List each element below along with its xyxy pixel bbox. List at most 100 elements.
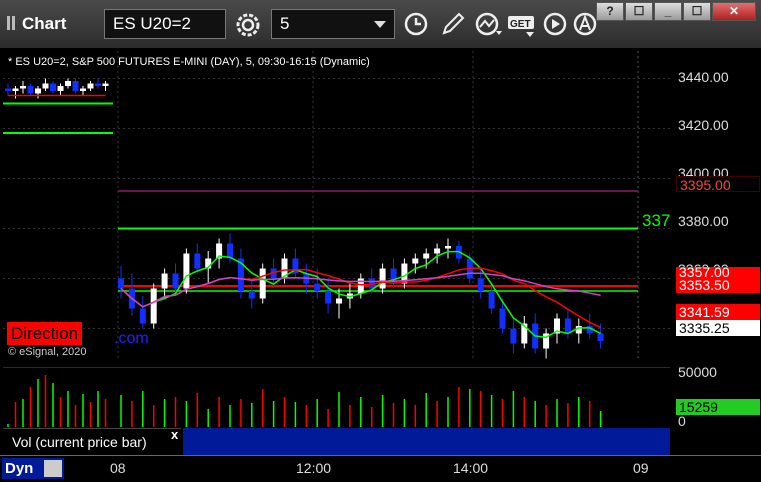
volume-axis: 50000 0 15259 <box>671 364 761 429</box>
candle-body <box>87 83 94 89</box>
candle-body <box>139 308 146 324</box>
volume-chart[interactable] <box>3 367 670 427</box>
candle-body <box>65 81 71 86</box>
candle-body <box>12 88 19 91</box>
candlesticks <box>5 78 604 359</box>
copyright: © eSignal, 2020 <box>8 346 87 358</box>
chart-header: * ES U20=2, S&P 500 FUTURES E-MINI (DAY)… <box>8 56 370 68</box>
lock-icon <box>44 460 62 477</box>
candle-body <box>488 291 495 309</box>
clock-button[interactable] <box>403 11 429 37</box>
volume-axis-label: 0 <box>678 413 686 429</box>
close-study-icon[interactable]: x <box>171 427 178 442</box>
candle-body <box>227 243 233 259</box>
candle-body <box>510 328 517 344</box>
moving-averages <box>8 94 601 339</box>
price-axis[interactable]: 3440.00 3420.00 3400.00 3380.00 3360.00 … <box>671 51 761 361</box>
minimize-button[interactable]: _ <box>654 2 682 21</box>
candle-body <box>597 333 604 341</box>
settings-gear-button[interactable] <box>234 11 260 37</box>
candle-body <box>259 268 266 299</box>
time-axis[interactable]: Dyn 08 12:00 14:00 09 <box>0 455 761 482</box>
time-label: 14:00 <box>453 460 489 476</box>
alert-button[interactable] <box>572 11 598 37</box>
price-gridlines <box>3 51 670 361</box>
last-price-tag: 3335.25 <box>676 320 760 336</box>
candle-body <box>95 83 101 86</box>
candle-body <box>445 246 451 249</box>
drag-handle-icon[interactable] <box>6 16 18 30</box>
app-title: Chart <box>22 14 67 33</box>
price-label: 3420.00 <box>678 117 729 133</box>
candle-body <box>102 83 109 86</box>
volume-study-name: Vol (current price bar) <box>12 434 147 450</box>
price-chart[interactable] <box>3 51 670 361</box>
interval-select[interactable]: 5 <box>271 9 395 39</box>
time-label: 09 <box>633 460 649 476</box>
pencil-icon <box>442 12 465 35</box>
price-label: 3440.00 <box>678 69 729 85</box>
candle-body <box>564 318 571 334</box>
candle-body <box>57 86 64 91</box>
symbol-value: ES U20=2 <box>113 14 191 33</box>
candle-body <box>434 248 441 254</box>
volume-last-tag: 15259 <box>676 399 760 415</box>
level-lines <box>3 102 638 292</box>
clock-icon <box>404 12 428 36</box>
com-watermark: .com <box>114 330 149 347</box>
help-button[interactable]: ? <box>596 2 624 21</box>
candle-body <box>336 298 342 304</box>
price-label: 3380.00 <box>678 213 729 229</box>
candle-body <box>150 288 157 324</box>
volume-axis-label: 50000 <box>678 364 717 380</box>
candle-body <box>172 273 179 289</box>
candle-body <box>499 308 506 329</box>
candle-body <box>161 273 168 289</box>
level-line-label: 337 <box>642 211 671 230</box>
chevron-down-icon <box>374 21 386 28</box>
time-label: 08 <box>110 460 126 476</box>
candle-body <box>379 268 386 289</box>
candle-body <box>50 83 56 91</box>
get-data-button[interactable]: GET <box>506 11 538 37</box>
level-tag-3357: 3357.00 <box>676 267 760 277</box>
candle-body <box>35 88 41 94</box>
candle-body <box>477 278 484 291</box>
level-tag-3395: 3395.00 <box>676 176 760 193</box>
svg-text:GET: GET <box>510 19 531 30</box>
play-icon <box>543 12 567 36</box>
candle-body <box>183 253 190 289</box>
candle-body <box>194 253 201 269</box>
studies-button[interactable] <box>474 11 502 37</box>
line-chart-icon <box>475 12 502 36</box>
candle-body <box>423 253 430 259</box>
candle-body <box>5 88 11 91</box>
candle-body <box>248 291 255 299</box>
interval-value: 5 <box>280 14 290 33</box>
candle-body <box>27 86 34 94</box>
restore-button[interactable]: ☐ <box>625 2 653 21</box>
candle-body <box>20 86 26 89</box>
level-tag-3341: 3341.59 <box>676 304 760 320</box>
candle-body <box>314 283 321 291</box>
candle-body <box>42 83 49 89</box>
candle-body <box>325 291 332 304</box>
volume-study-bar <box>183 428 670 455</box>
volume-study-label[interactable]: Vol (current price bar) <box>3 428 181 456</box>
gear-icon <box>236 13 260 37</box>
draw-pencil-button[interactable] <box>440 11 466 37</box>
close-button[interactable]: ✕ <box>712 2 756 21</box>
direction-watermark: Direction <box>7 322 83 345</box>
volume-bars <box>7 375 602 427</box>
candle-body <box>412 258 419 264</box>
play-button[interactable] <box>542 11 568 37</box>
candle-body <box>72 81 79 91</box>
level-tag-3353: 3353.50 <box>676 277 760 293</box>
candle-body <box>118 278 124 289</box>
get-icon: GET <box>508 16 534 37</box>
time-label: 12:00 <box>296 460 332 476</box>
dyn-mode-button[interactable]: Dyn <box>2 458 64 479</box>
symbol-input[interactable]: ES U20=2 <box>104 9 226 39</box>
maximize-button[interactable]: ☐ <box>683 2 711 21</box>
dyn-label: Dyn <box>5 460 34 477</box>
